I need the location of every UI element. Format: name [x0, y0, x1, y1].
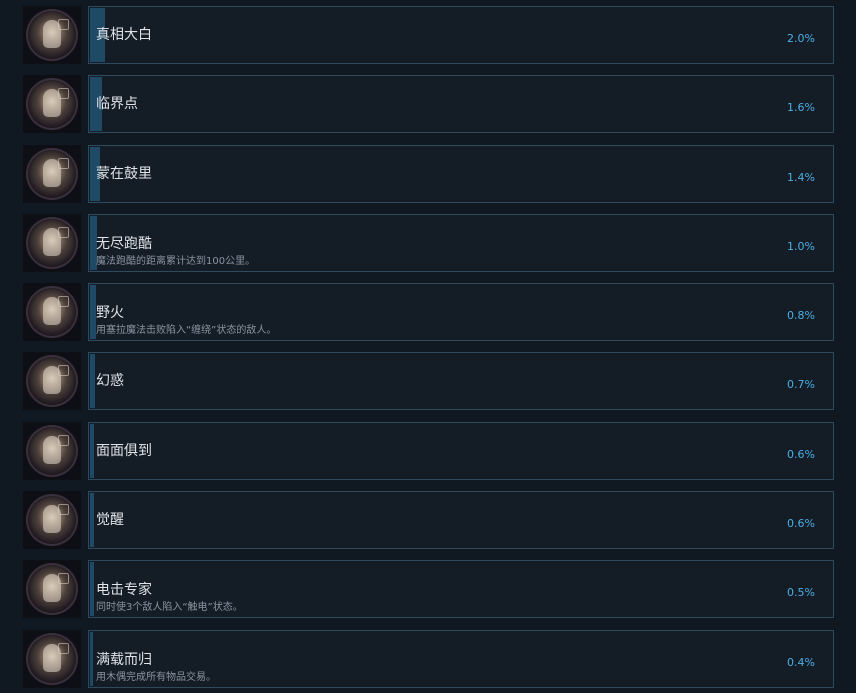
- unlock-percent: 0.7%: [787, 378, 815, 391]
- illusion-mage-icon: [26, 355, 78, 407]
- achievement-panel: 蒙在鼓里 1.4%: [88, 145, 834, 203]
- lightning-mage-icon: [26, 563, 78, 615]
- achievement-icon-frame: [23, 422, 81, 480]
- achievement-row: 面面俱到 0.6%: [0, 422, 856, 480]
- achievement-title: 幻惑: [96, 373, 124, 389]
- unlock-percent: 1.0%: [787, 240, 815, 253]
- achievement-title: 真相大白: [96, 27, 152, 43]
- unlock-rate-bar: [90, 632, 93, 686]
- achievement-description: 用木偶完成所有物品交易。: [96, 672, 216, 683]
- unlock-rate-bar: [90, 354, 95, 408]
- achievement-panel: 幻惑 0.7%: [88, 352, 834, 410]
- achievement-list: 真相大白 2.0% 临界点 1.6% 蒙在鼓里 1.4% 无尽跑酷魔法跑酷的距离累计达到10…: [0, 0, 856, 693]
- achievement-icon-frame: [23, 145, 81, 203]
- drum-monk-icon: [26, 148, 78, 200]
- achievement-panel: 满载而归用木偶完成所有物品交易。 0.4%: [88, 630, 834, 688]
- achievement-icon-frame: [23, 283, 81, 341]
- achievement-title: 野火: [96, 305, 124, 321]
- achievement-row: 临界点 1.6%: [0, 75, 856, 133]
- achievement-title: 面面俱到: [96, 443, 152, 459]
- achievement-icon-frame: [23, 214, 81, 272]
- achievement-panel: 无尽跑酷魔法跑酷的距离累计达到100公里。 1.0%: [88, 214, 834, 272]
- achievement-description: 魔法跑酷的距离累计达到100公里。: [96, 256, 256, 267]
- achievement-title: 电击专家: [96, 582, 152, 598]
- unlock-rate-bar: [90, 424, 94, 478]
- achievement-row: 真相大白 2.0%: [0, 6, 856, 64]
- awakening-bird-icon: [26, 494, 78, 546]
- achievement-row: 电击专家同时使3个敌人陷入“触电”状态。 0.5%: [0, 560, 856, 618]
- parkour-figure-icon: [26, 217, 78, 269]
- mandala-emblem-icon: [26, 425, 78, 477]
- achievement-icon-frame: [23, 352, 81, 410]
- achievement-row: 蒙在鼓里 1.4%: [0, 145, 856, 203]
- achievement-icon-frame: [23, 75, 81, 133]
- wildfire-mage-icon: [26, 286, 78, 338]
- achievement-title: 临界点: [96, 96, 138, 112]
- achievement-title: 无尽跑酷: [96, 236, 152, 252]
- bald-monk-portrait-icon: [26, 9, 78, 61]
- unlock-percent: 0.6%: [787, 448, 815, 461]
- achievement-panel: 临界点 1.6%: [88, 75, 834, 133]
- unlock-percent: 2.0%: [787, 32, 815, 45]
- unlock-percent: 0.4%: [787, 656, 815, 669]
- achievement-icon-frame: [23, 6, 81, 64]
- bald-monk-portrait-icon: [26, 78, 78, 130]
- achievement-panel: 野火用塞拉魔法击败陷入“缠绕”状态的敌人。 0.8%: [88, 283, 834, 341]
- unlock-percent: 0.6%: [787, 517, 815, 530]
- achievement-icon-frame: [23, 630, 81, 688]
- achievement-row: 幻惑 0.7%: [0, 352, 856, 410]
- unlock-rate-bar: [90, 493, 94, 547]
- achievement-row: 觉醒 0.6%: [0, 491, 856, 549]
- unlock-percent: 1.4%: [787, 171, 815, 184]
- achievement-row: 野火用塞拉魔法击败陷入“缠绕”状态的敌人。 0.8%: [0, 283, 856, 341]
- unlock-percent: 0.5%: [787, 586, 815, 599]
- achievement-title: 蒙在鼓里: [96, 166, 152, 182]
- achievement-row: 无尽跑酷魔法跑酷的距离累计达到100公里。 1.0%: [0, 214, 856, 272]
- achievement-description: 用塞拉魔法击败陷入“缠绕”状态的敌人。: [96, 325, 277, 336]
- achievement-title: 满载而归: [96, 652, 152, 668]
- unlock-percent: 0.8%: [787, 309, 815, 322]
- achievement-icon-frame: [23, 560, 81, 618]
- achievement-panel: 电击专家同时使3个敌人陷入“触电”状态。 0.5%: [88, 560, 834, 618]
- achievement-panel: 真相大白 2.0%: [88, 6, 834, 64]
- puppet-merchant-icon: [26, 633, 78, 685]
- achievement-panel: 面面俱到 0.6%: [88, 422, 834, 480]
- achievement-icon-frame: [23, 491, 81, 549]
- achievement-row: 满载而归用木偶完成所有物品交易。 0.4%: [0, 630, 856, 688]
- unlock-rate-bar: [90, 562, 94, 616]
- achievement-panel: 觉醒 0.6%: [88, 491, 834, 549]
- achievement-title: 觉醒: [96, 512, 124, 528]
- unlock-percent: 1.6%: [787, 101, 815, 114]
- achievement-description: 同时使3个敌人陷入“触电”状态。: [96, 602, 243, 613]
